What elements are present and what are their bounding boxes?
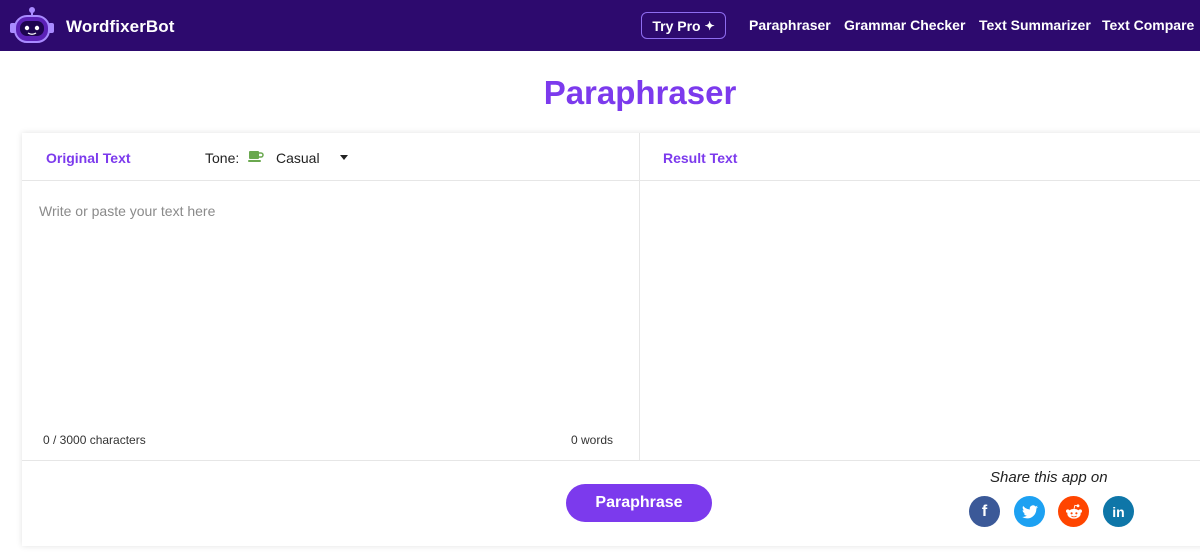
tone-value: Casual xyxy=(276,150,320,166)
tone-label: Tone: xyxy=(205,150,240,166)
paraphraser-panel: Original Text Tone: Casual Result Text 0… xyxy=(22,133,1200,546)
reddit-share-button[interactable] xyxy=(1058,496,1089,527)
paraphrase-button[interactable]: Paraphrase xyxy=(566,484,712,522)
original-text-label: Original Text xyxy=(46,150,131,166)
nav-link-text-summarizer[interactable]: Text Summarizer xyxy=(979,17,1091,33)
try-pro-button[interactable]: Try Pro ✦ xyxy=(641,12,726,39)
twitter-share-button[interactable] xyxy=(1014,496,1045,527)
nav-link-text-compare[interactable]: Text Compare xyxy=(1102,17,1194,33)
page-title: Paraphraser xyxy=(543,74,737,111)
coffee-cup-icon xyxy=(248,151,264,162)
original-text-input[interactable] xyxy=(22,181,639,421)
share-label: Share this app on xyxy=(990,469,1108,486)
footer-divider xyxy=(22,460,1200,461)
top-navbar: WordfixerBot Try Pro ✦ Paraphraser Gramm… xyxy=(0,0,1200,51)
result-text-output xyxy=(640,181,1200,460)
reddit-icon xyxy=(1065,503,1082,519)
brand[interactable]: WordfixerBot xyxy=(8,6,174,46)
sparkle-icon: ✦ xyxy=(704,18,715,33)
try-pro-label: Try Pro xyxy=(652,17,701,34)
nav-link-grammar-checker[interactable]: Grammar Checker xyxy=(844,17,965,33)
result-text-label: Result Text xyxy=(663,150,738,166)
linkedin-share-button[interactable]: in xyxy=(1103,496,1134,527)
linkedin-icon: in xyxy=(1112,503,1125,520)
facebook-icon: f xyxy=(981,502,988,520)
word-count: 0 words xyxy=(571,433,614,447)
caret-down-icon xyxy=(340,155,348,160)
character-count: 0 / 3000 characters xyxy=(43,433,146,447)
twitter-icon xyxy=(1021,504,1038,518)
facebook-share-button[interactable]: f xyxy=(969,496,1000,527)
brand-name: WordfixerBot xyxy=(66,17,175,36)
robot-logo-icon xyxy=(10,7,54,43)
nav-link-paraphraser[interactable]: Paraphraser xyxy=(749,17,831,33)
